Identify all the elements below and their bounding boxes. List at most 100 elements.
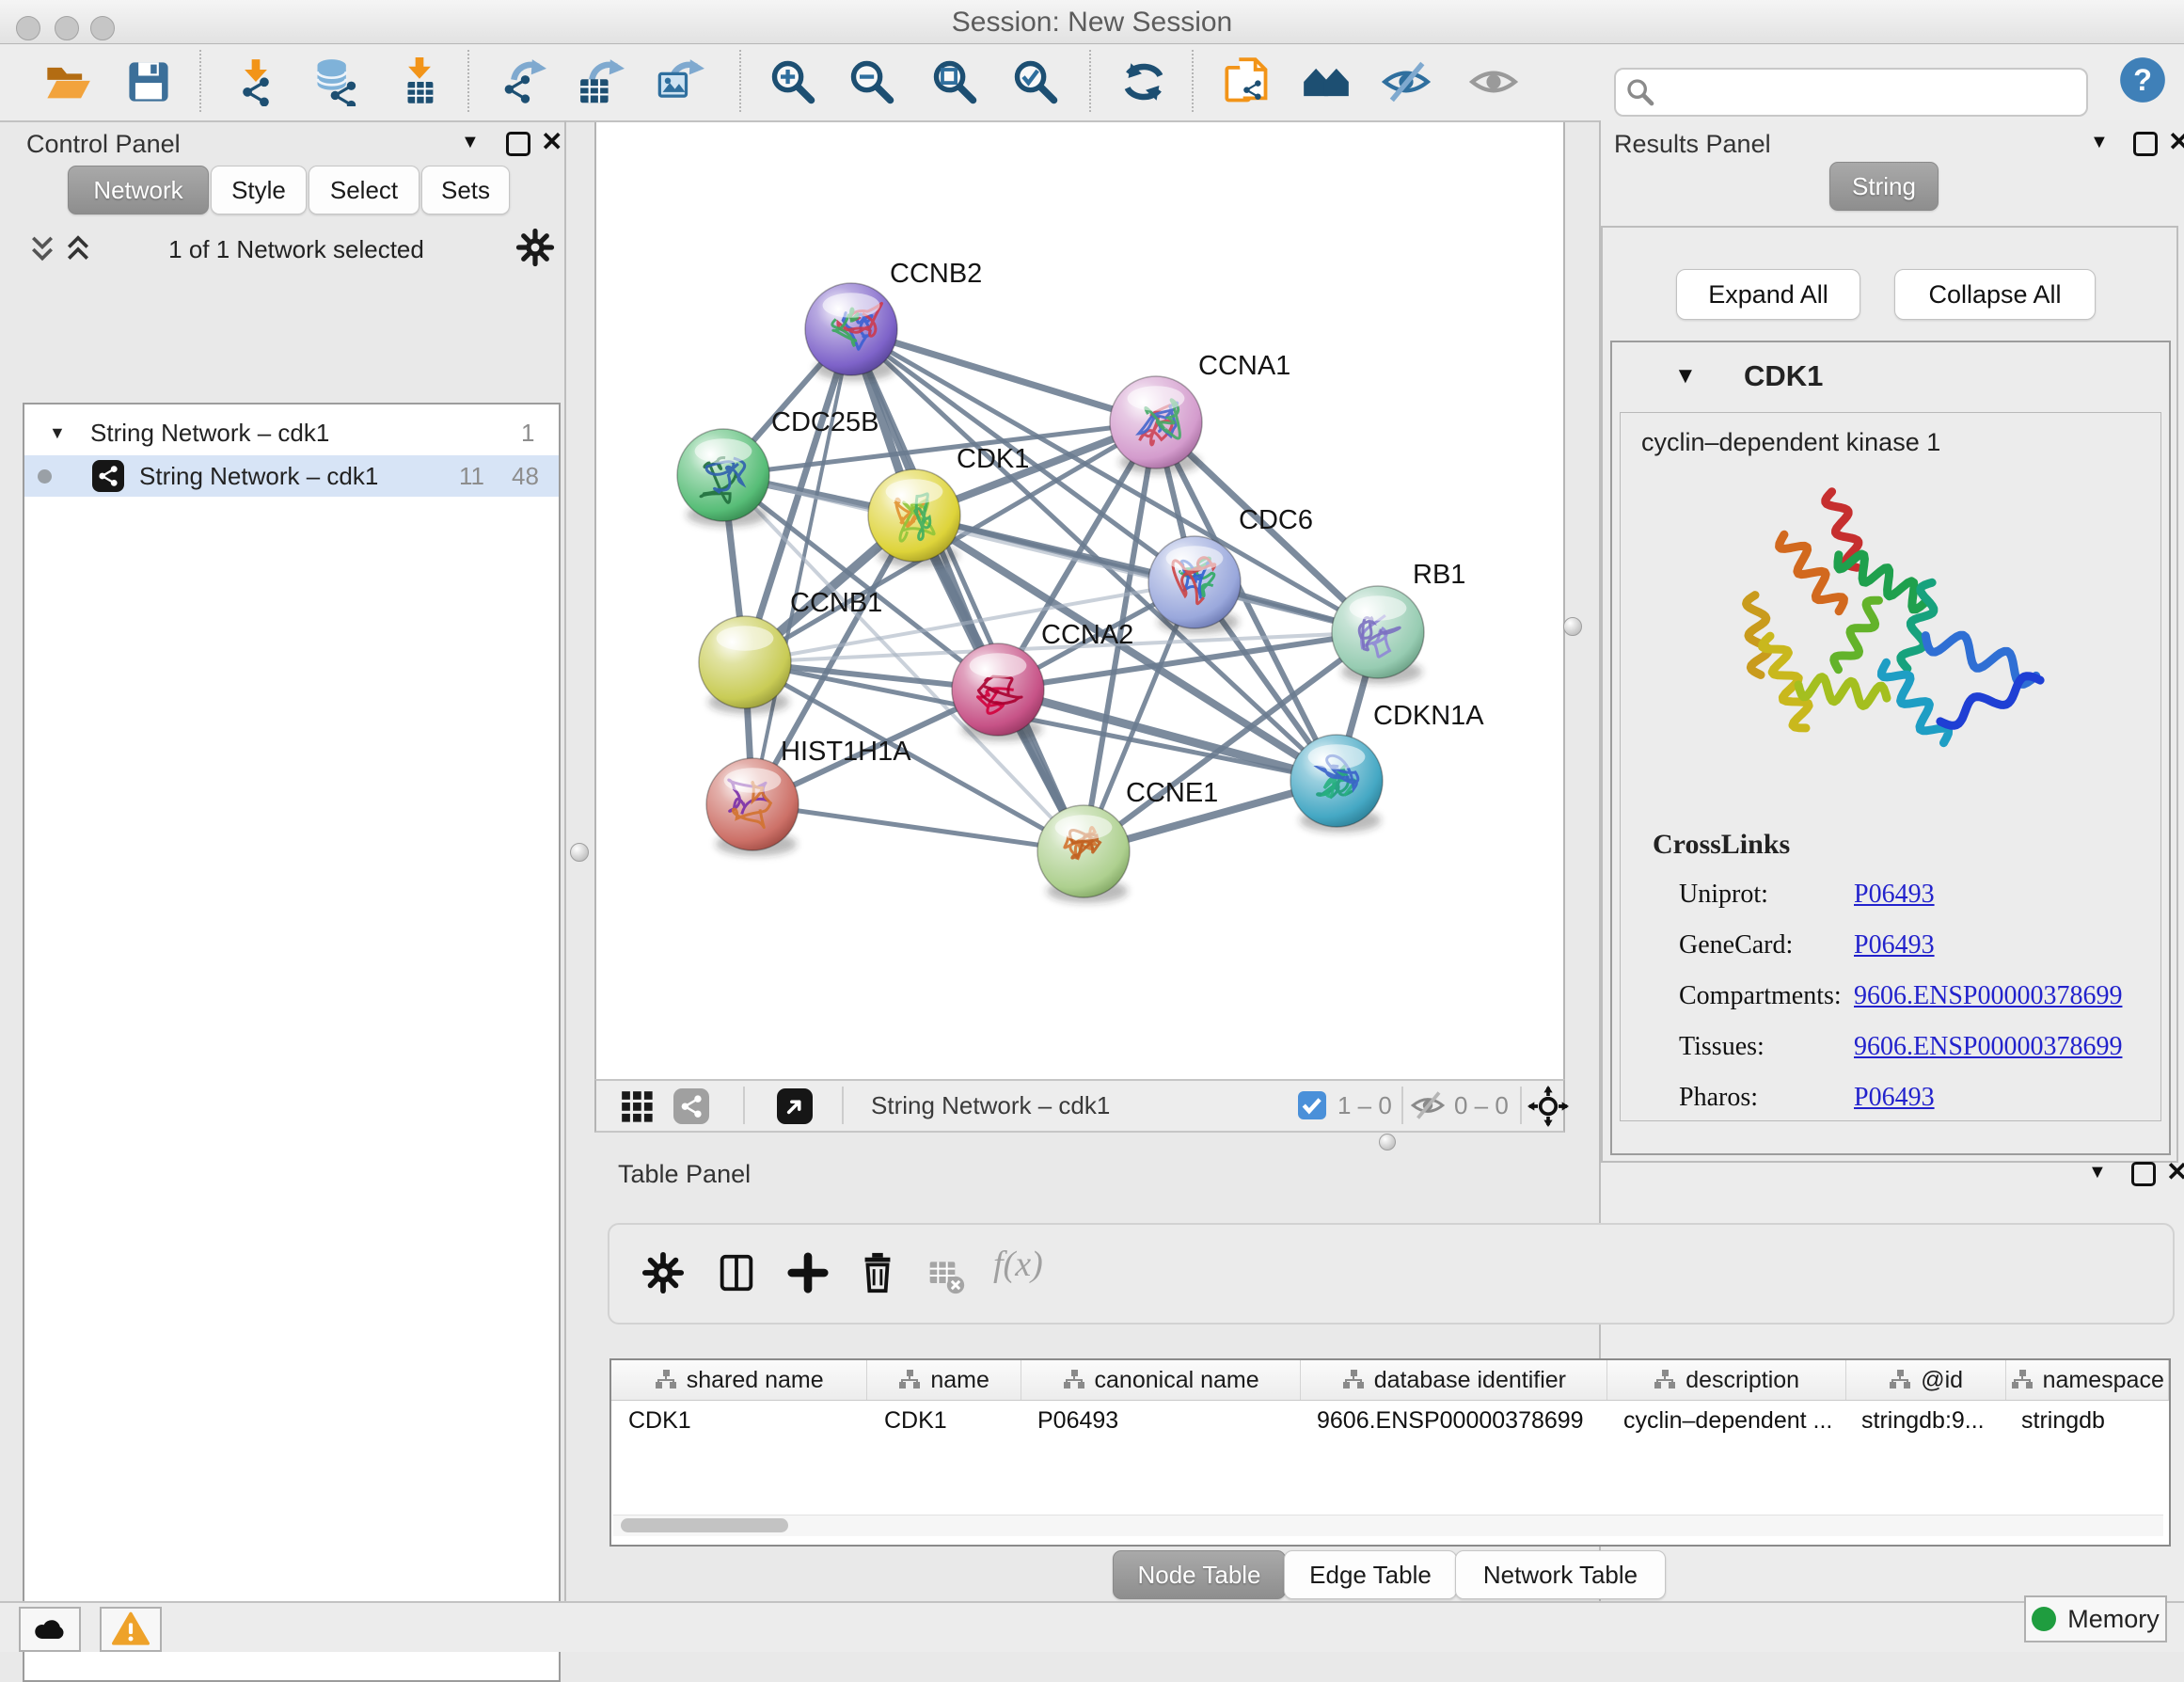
network-node-CDK1[interactable] bbox=[868, 469, 960, 567]
zoom-fit-icon[interactable] bbox=[930, 57, 979, 106]
expand-all-button[interactable]: Expand All bbox=[1676, 269, 1860, 320]
tab-network-table[interactable]: Network Table bbox=[1455, 1550, 1666, 1599]
zoom-selected-icon[interactable] bbox=[1011, 57, 1060, 106]
import-table-file-icon[interactable] bbox=[395, 57, 444, 106]
table-cell[interactable]: stringdb bbox=[2004, 1401, 2166, 1440]
tab-edge-table[interactable]: Edge Table bbox=[1284, 1550, 1457, 1599]
network-node-CCNA1[interactable] bbox=[1110, 376, 1202, 474]
network-graph[interactable]: CCNB2CCNA1CDC25BCDK1CDC6RB1CCNB1CCNA2CDK… bbox=[596, 122, 1563, 1079]
control-panel-float-icon[interactable] bbox=[506, 132, 530, 156]
table-tabs-bar: Node Table Edge Table Network Table bbox=[583, 1548, 2184, 1601]
table-cell[interactable]: 9606.ENSP00000378699 bbox=[1300, 1401, 1606, 1440]
zoom-out-icon[interactable] bbox=[847, 57, 896, 106]
network-edge-CCNB2-HIST1H1A[interactable] bbox=[752, 329, 851, 804]
network-tree-child-row-selected[interactable]: String Network – cdk1 11 48 bbox=[24, 455, 559, 497]
right-splitter-handle[interactable] bbox=[1563, 617, 1582, 636]
horizontal-scrollbar-thumb[interactable] bbox=[621, 1518, 788, 1532]
open-session-icon[interactable] bbox=[43, 57, 92, 106]
table-header--id[interactable]: @id bbox=[1846, 1360, 2007, 1400]
collapse-all-networks-icon[interactable] bbox=[28, 233, 56, 270]
table-panel-close-icon[interactable]: ✕ bbox=[2166, 1156, 2184, 1187]
crosslink-link[interactable]: 9606.ENSP00000378699 bbox=[1854, 1032, 2122, 1062]
network-node-CDC25B[interactable] bbox=[677, 429, 769, 527]
collapse-all-button[interactable]: Collapse All bbox=[1894, 269, 2096, 320]
network-tree-root-row[interactable]: ▼ String Network – cdk1 1 bbox=[24, 412, 559, 453]
tab-string-results[interactable]: String bbox=[1829, 162, 1939, 211]
network-node-HIST1H1A[interactable] bbox=[706, 758, 799, 856]
control-panel-collapse-icon[interactable]: ▼ bbox=[461, 132, 480, 153]
network-node-CDKN1A[interactable] bbox=[1290, 735, 1383, 833]
network-node-CCNA2[interactable] bbox=[952, 643, 1044, 741]
add-column-plus-icon[interactable] bbox=[786, 1251, 830, 1299]
search-field[interactable] bbox=[1614, 68, 2088, 117]
results-panel-close-icon[interactable]: ✕ bbox=[2168, 126, 2184, 157]
network-type-share-icon[interactable] bbox=[673, 1088, 709, 1124]
import-network-file-icon[interactable] bbox=[231, 57, 280, 106]
crosslink-link[interactable]: P06493 bbox=[1854, 1083, 1935, 1113]
zoom-in-icon[interactable] bbox=[768, 57, 817, 106]
birds-eye-crosshair-icon[interactable] bbox=[1527, 1086, 1569, 1132]
delete-column-trash-icon[interactable] bbox=[856, 1251, 899, 1299]
table-header-namespace[interactable]: namespace bbox=[2006, 1360, 2169, 1400]
export-image-icon[interactable] bbox=[656, 57, 704, 106]
export-table-icon[interactable] bbox=[576, 57, 625, 106]
network-edge-CCNB2-CCNA1[interactable] bbox=[851, 329, 1156, 422]
table-cell[interactable]: stringdb:9... bbox=[1844, 1401, 2004, 1440]
crosslink-link[interactable]: P06493 bbox=[1854, 930, 1935, 960]
memory-button[interactable]: Memory bbox=[2024, 1595, 2167, 1642]
network-canvas[interactable]: CCNB2CCNA1CDC25BCDK1CDC6RB1CCNB1CCNA2CDK… bbox=[594, 122, 1565, 1079]
network-edge-HIST1H1A-CCNE1[interactable] bbox=[752, 804, 1084, 851]
network-node-CCNB1[interactable] bbox=[699, 616, 791, 714]
first-neighbors-icon[interactable] bbox=[1302, 57, 1351, 106]
table-panel-float-icon[interactable] bbox=[2131, 1162, 2156, 1186]
control-panel-close-icon[interactable]: ✕ bbox=[541, 126, 562, 157]
tab-sets[interactable]: Sets bbox=[421, 166, 510, 214]
table-cell[interactable]: P06493 bbox=[1021, 1401, 1300, 1440]
section-collapse-icon[interactable]: ▼ bbox=[1674, 363, 1697, 389]
table-cell[interactable]: CDK1 bbox=[611, 1401, 867, 1440]
clone-network-icon[interactable] bbox=[1223, 57, 1272, 106]
apply-layout-icon[interactable] bbox=[1119, 57, 1168, 106]
left-splitter-handle[interactable] bbox=[570, 843, 589, 862]
table-header-database-identifier[interactable]: database identifier bbox=[1301, 1360, 1607, 1400]
results-panel-collapse-icon[interactable]: ▼ bbox=[2090, 132, 2109, 153]
select-columns-icon[interactable] bbox=[715, 1251, 758, 1299]
save-session-icon[interactable] bbox=[124, 57, 173, 106]
network-node-CCNB2[interactable] bbox=[805, 283, 897, 381]
network-options-gear-icon[interactable] bbox=[515, 228, 555, 272]
warning-status-button[interactable] bbox=[100, 1607, 162, 1652]
table-panel-collapse-icon[interactable]: ▼ bbox=[2088, 1162, 2107, 1183]
tab-select[interactable]: Select bbox=[309, 166, 419, 214]
table-settings-gear-icon[interactable] bbox=[641, 1251, 685, 1299]
selected-checkbox-icon[interactable] bbox=[1298, 1091, 1326, 1119]
grid-view-icon[interactable] bbox=[619, 1088, 655, 1129]
table-header-description[interactable]: description bbox=[1607, 1360, 1845, 1400]
import-network-database-icon[interactable] bbox=[311, 57, 360, 106]
open-in-new-window-icon[interactable] bbox=[777, 1088, 813, 1124]
tab-node-table[interactable]: Node Table bbox=[1113, 1550, 1286, 1599]
tab-style[interactable]: Style bbox=[211, 166, 307, 214]
table-cell[interactable]: cyclin–dependent ... bbox=[1606, 1401, 1844, 1440]
cloud-status-button[interactable] bbox=[19, 1607, 81, 1652]
horizontal-splitter-handle[interactable] bbox=[1379, 1134, 1396, 1150]
table-header-name[interactable]: name bbox=[867, 1360, 1021, 1400]
crosslink-link[interactable]: P06493 bbox=[1854, 880, 1935, 910]
tab-network[interactable]: Network bbox=[68, 166, 209, 214]
search-input[interactable] bbox=[1665, 73, 2073, 109]
table-row[interactable]: CDK1CDK1P064939606.ENSP00000378699cyclin… bbox=[611, 1401, 2169, 1440]
table-cell[interactable]: CDK1 bbox=[867, 1401, 1021, 1440]
table-header-canonical-name[interactable]: canonical name bbox=[1021, 1360, 1301, 1400]
network-node-CCNE1[interactable] bbox=[1037, 805, 1130, 903]
network-node-CDC6[interactable] bbox=[1148, 536, 1241, 634]
table-header-shared-name[interactable]: shared name bbox=[611, 1360, 867, 1400]
expand-all-networks-icon[interactable] bbox=[64, 233, 92, 270]
help-icon[interactable]: ? bbox=[2118, 56, 2167, 104]
horizontal-scrollbar-track[interactable] bbox=[613, 1515, 2163, 1536]
results-panel-float-icon[interactable] bbox=[2133, 132, 2158, 156]
network-node-RB1[interactable] bbox=[1332, 586, 1424, 684]
hide-selection-eye-slash-icon[interactable] bbox=[1382, 57, 1431, 106]
crosslink-link[interactable]: 9606.ENSP00000378699 bbox=[1854, 981, 2122, 1011]
network-edge-CCNB2-CCNE1[interactable] bbox=[851, 329, 1084, 851]
tree-expander-icon[interactable]: ▼ bbox=[49, 412, 66, 453]
export-network-icon[interactable] bbox=[498, 57, 546, 106]
